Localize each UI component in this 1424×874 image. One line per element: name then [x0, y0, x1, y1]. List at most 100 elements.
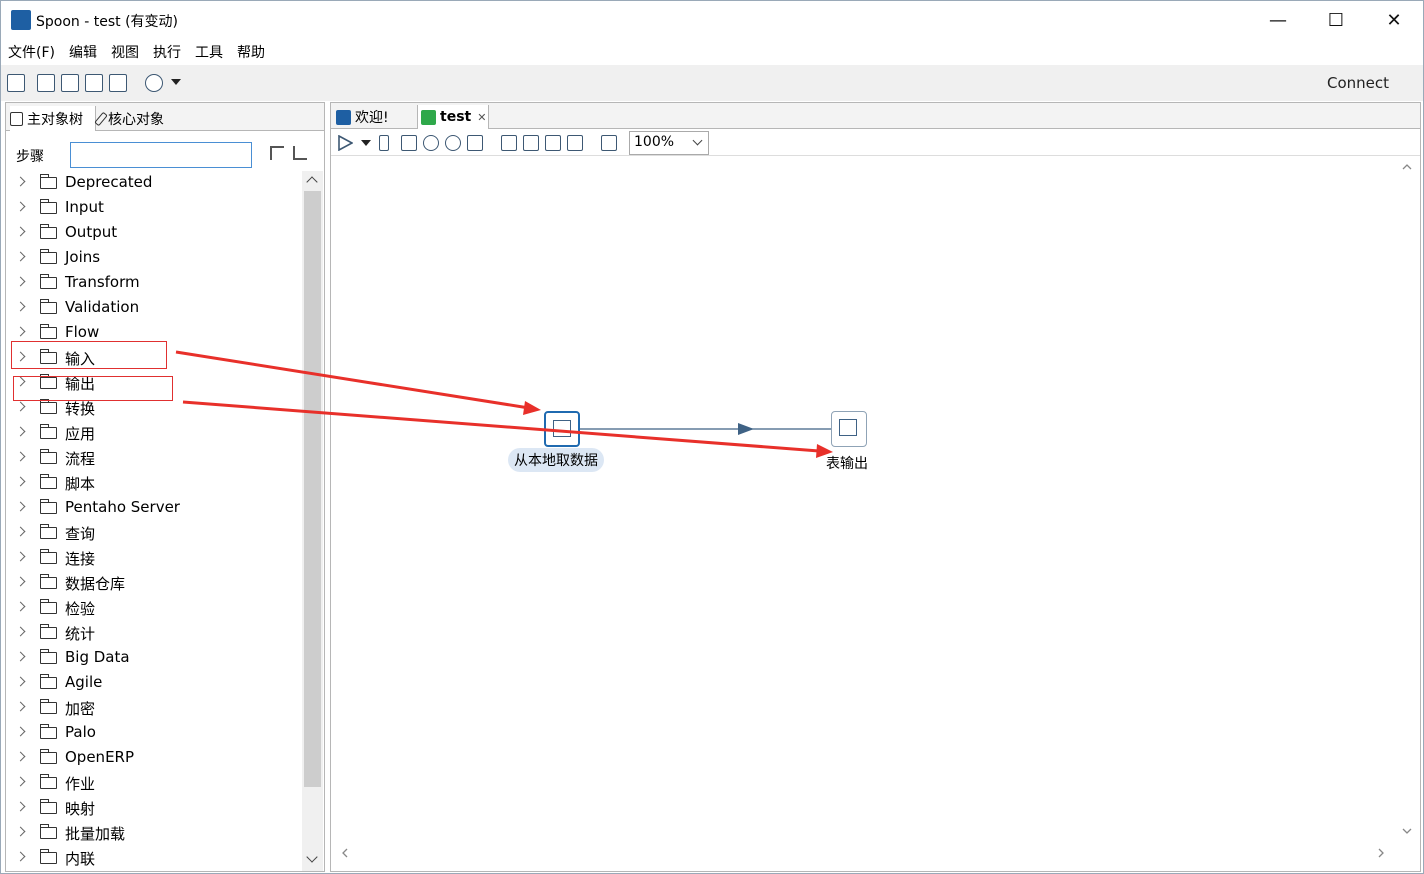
tree-item[interactable]: 内联 [6, 846, 302, 871]
collapse-all-icon[interactable] [293, 146, 307, 160]
tree-item[interactable]: 连接 [6, 546, 302, 571]
tree-scrollbar[interactable] [302, 171, 323, 871]
tree-item[interactable]: 应用 [6, 421, 302, 446]
tab-welcome[interactable]: 欢迎! [333, 105, 413, 129]
steps-search-input[interactable] [70, 142, 252, 168]
menu-run[interactable]: 执行 [146, 39, 188, 63]
step-local-data[interactable] [544, 411, 580, 447]
tree-item[interactable]: Big Data [6, 646, 302, 671]
tree-item[interactable]: Palo [6, 721, 302, 746]
chevron-right-icon[interactable] [15, 626, 26, 637]
tree-item[interactable]: Input [6, 196, 302, 221]
tree-item[interactable]: 映射 [6, 796, 302, 821]
chevron-right-icon[interactable] [15, 801, 26, 812]
tree-item[interactable]: Joins [6, 246, 302, 271]
chevron-right-icon[interactable] [15, 301, 26, 312]
tree-item[interactable]: Transform [6, 271, 302, 296]
tree-item[interactable]: Output [6, 221, 302, 246]
scroll-down-icon[interactable] [306, 851, 318, 863]
chevron-right-icon[interactable] [15, 426, 26, 437]
zoom-select[interactable]: 100% [629, 131, 709, 155]
chevron-right-icon[interactable] [15, 276, 26, 287]
chevron-right-icon[interactable] [15, 251, 26, 262]
menu-view[interactable]: 视图 [104, 39, 146, 63]
dropdown-icon[interactable] [171, 79, 181, 87]
explore-db-icon[interactable] [567, 135, 583, 151]
menu-edit[interactable]: 编辑 [62, 39, 104, 63]
run-options-dropdown-icon[interactable] [361, 140, 371, 147]
tree-item[interactable]: 加密 [6, 696, 302, 721]
tab-test[interactable]: test ✕ [417, 105, 489, 129]
tree-item[interactable]: Deprecated [6, 171, 302, 196]
chevron-right-icon[interactable] [15, 401, 26, 412]
tab-core-objects[interactable]: 核心对象 [94, 106, 208, 131]
replay-icon[interactable] [467, 135, 483, 151]
scrollbar-thumb[interactable] [304, 191, 321, 787]
canvas-vertical-scrollbar[interactable] [1397, 157, 1417, 851]
chevron-right-icon[interactable] [15, 601, 26, 612]
chevron-right-icon[interactable] [15, 551, 26, 562]
expand-all-icon[interactable] [270, 146, 284, 160]
chevron-right-icon[interactable] [15, 176, 26, 187]
connect-button[interactable]: Connect [1327, 74, 1389, 92]
debug-icon[interactable] [445, 135, 461, 151]
tree-item[interactable]: Pentaho Server [6, 496, 302, 521]
transformation-canvas[interactable]: 从本地取数据 表输出 [333, 157, 1398, 851]
chevron-right-icon[interactable] [15, 651, 26, 662]
chevron-right-icon[interactable] [15, 701, 26, 712]
chevron-right-icon[interactable] [15, 201, 26, 212]
chevron-right-icon[interactable] [15, 451, 26, 462]
tree-item[interactable]: 查询 [6, 521, 302, 546]
verify-icon[interactable] [501, 135, 517, 151]
chevron-right-icon[interactable] [15, 751, 26, 762]
chevron-right-icon[interactable] [15, 476, 26, 487]
tree-item[interactable]: 数据仓库 [6, 571, 302, 596]
tree-item[interactable]: 统计 [6, 621, 302, 646]
menu-tools[interactable]: 工具 [188, 39, 230, 63]
menu-file[interactable]: 文件(F) [1, 39, 62, 63]
sql-icon[interactable] [545, 135, 561, 151]
chevron-right-icon[interactable] [15, 501, 26, 512]
tree-item[interactable]: 脚本 [6, 471, 302, 496]
tree-item[interactable]: Agile [6, 671, 302, 696]
chevron-right-icon[interactable] [15, 676, 26, 687]
tree-item[interactable]: 检验 [6, 596, 302, 621]
layers-icon[interactable] [145, 74, 163, 92]
impact-icon[interactable] [523, 135, 539, 151]
chevron-right-icon[interactable] [15, 326, 26, 337]
tree-item-label: 作业 [65, 775, 96, 793]
show-results-icon[interactable] [601, 135, 617, 151]
run-icon[interactable] [337, 135, 353, 151]
tree-item[interactable]: Validation [6, 296, 302, 321]
minimize-button[interactable]: — [1249, 1, 1307, 39]
chevron-right-icon[interactable] [15, 826, 26, 837]
tree-item[interactable]: 流程 [6, 446, 302, 471]
scroll-up-icon[interactable] [306, 176, 318, 188]
preview-icon[interactable] [423, 135, 439, 151]
stop-icon[interactable] [401, 135, 417, 151]
pause-icon[interactable] [379, 135, 389, 151]
chevron-right-icon[interactable] [15, 226, 26, 237]
chevron-right-icon[interactable] [15, 851, 26, 862]
menu-help[interactable]: 帮助 [230, 39, 272, 63]
canvas-horizontal-scrollbar[interactable] [333, 845, 1397, 865]
tab-main-object-tree[interactable]: 主对象树 [10, 106, 96, 131]
tree-item[interactable]: 作业 [6, 771, 302, 796]
chevron-right-icon[interactable] [15, 526, 26, 537]
chevron-right-icon[interactable] [15, 776, 26, 787]
chevron-right-icon[interactable] [15, 576, 26, 587]
explore-icon[interactable] [61, 74, 79, 92]
tree-item[interactable]: 批量加载 [6, 821, 302, 846]
save-icon[interactable] [85, 74, 103, 92]
spoon-logo-icon [11, 10, 31, 30]
save-as-icon[interactable] [109, 74, 127, 92]
tree-item[interactable]: OpenERP [6, 746, 302, 771]
folder-icon [39, 599, 57, 614]
chevron-right-icon[interactable] [15, 726, 26, 737]
step-table-output[interactable] [831, 411, 867, 447]
open-icon[interactable] [37, 74, 55, 92]
close-tab-icon[interactable]: ✕ [477, 111, 486, 124]
new-file-icon[interactable] [7, 74, 25, 92]
close-button[interactable]: ✕ [1365, 1, 1423, 39]
maximize-button[interactable]: ☐ [1307, 1, 1365, 39]
